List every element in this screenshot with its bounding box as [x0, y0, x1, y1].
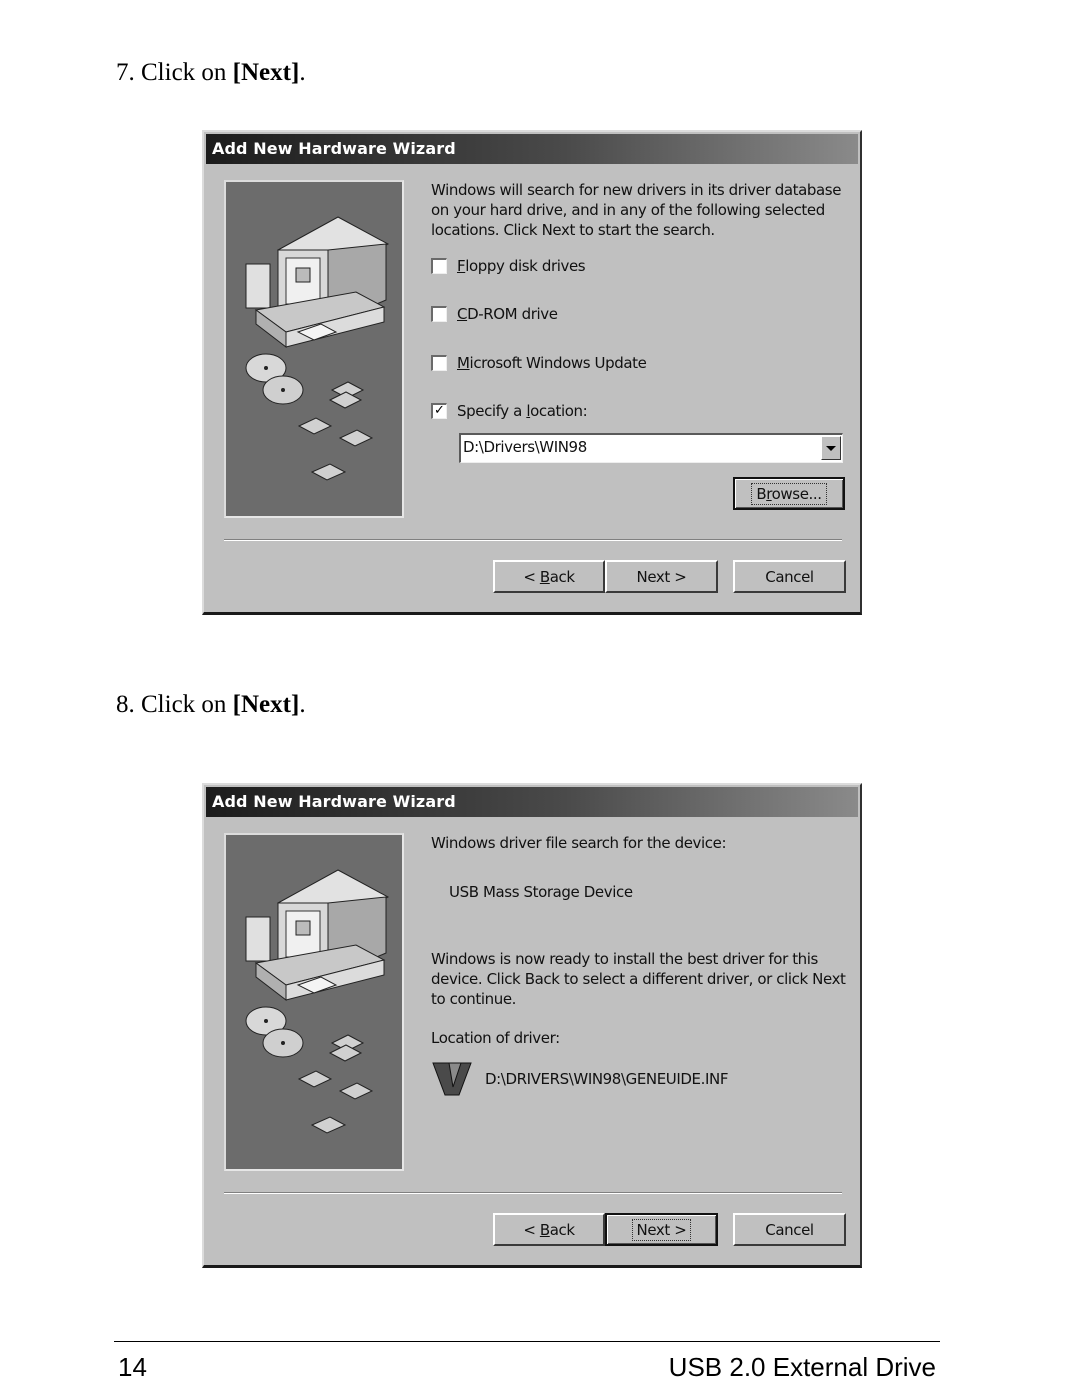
next-button-label: Next > [631, 1218, 692, 1241]
step-text: Click on [141, 59, 233, 86]
step-text: Click on [141, 691, 233, 718]
document-title: USB 2.0 External Drive [668, 1352, 936, 1382]
wizard-content: Windows will search for new drivers in i… [431, 180, 846, 510]
computer-illustration-icon [245, 216, 390, 481]
floppy-disks-icon [297, 1034, 374, 1134]
step-7-heading: 7. Click on [Next]. [116, 58, 306, 88]
add-hardware-wizard-dialog-1: Add New Hardware Wizard Windows will sea… [202, 130, 862, 615]
back-button[interactable]: < Back [493, 560, 605, 593]
checkbox-box[interactable] [431, 306, 447, 322]
dialog-titlebar: Add New Hardware Wizard [206, 134, 858, 164]
checkbox-box[interactable] [431, 258, 447, 274]
step-bold: [Next] [232, 691, 300, 718]
ready-text: Windows is now ready to install the best… [431, 950, 846, 1008]
cd-discs-icon [245, 1006, 304, 1058]
computer-icon [245, 869, 390, 1002]
add-hardware-wizard-dialog-2: Add New Hardware Wizard Windows driver f… [202, 783, 862, 1268]
dialog-titlebar: Add New Hardware Wizard [206, 787, 858, 817]
back-button-label: < Back [523, 1220, 575, 1239]
driver-file-icon [432, 1062, 472, 1096]
checkbox-windows-update[interactable]: Microsoft Windows Update [431, 352, 647, 374]
computer-illustration-icon [245, 869, 390, 1134]
step-trail: . [299, 691, 306, 718]
checkbox-floppy[interactable]: Floppy disk drives [431, 255, 586, 277]
wizard-content: Windows driver file search for the devic… [431, 833, 846, 1096]
floppy-disks-icon [297, 381, 374, 481]
driver-location-row: D:\DRIVERS\WIN98\GENEUIDE.INF [431, 1061, 728, 1097]
checkbox-label: Floppy disk drives [457, 257, 586, 275]
intro-text: Windows will search for new drivers in i… [431, 181, 842, 239]
chevron-down-icon [826, 445, 836, 451]
dropdown-button[interactable] [821, 436, 841, 460]
step-bold: [Next] [232, 59, 300, 86]
location-input[interactable]: D:\Drivers\WIN98 [463, 438, 587, 456]
driver-path: D:\DRIVERS\WIN98\GENEUIDE.INF [485, 1070, 729, 1088]
cd-discs-icon [245, 353, 304, 405]
wizard-illustration [224, 833, 404, 1171]
browse-button[interactable]: Browse... [733, 477, 845, 510]
page-number: 14 [118, 1352, 147, 1382]
checkbox-cdrom[interactable]: CD-ROM drive [431, 303, 558, 325]
step-8-heading: 8. Click on [Next]. [116, 690, 306, 720]
next-button[interactable]: Next > [605, 1213, 718, 1246]
back-button[interactable]: < Back [493, 1213, 605, 1246]
step-number: 8. [116, 691, 135, 718]
separator [224, 1192, 842, 1194]
location-combobox[interactable]: D:\Drivers\WIN98 [459, 433, 843, 463]
checkbox-specify-location[interactable]: ✓ Specify a location: [431, 400, 588, 422]
checkbox-label: CD-ROM drive [457, 305, 558, 323]
wizard-illustration [224, 180, 404, 518]
search-label: Windows driver file search for the devic… [431, 834, 727, 852]
browse-button-label: Browse... [751, 482, 827, 505]
separator [224, 539, 842, 541]
step-number: 7. [116, 59, 135, 86]
location-label: Location of driver: [431, 1029, 560, 1047]
cancel-button[interactable]: Cancel [733, 1213, 846, 1246]
checkbox-box-checked[interactable]: ✓ [431, 403, 447, 419]
computer-icon [245, 216, 390, 349]
checkbox-label: Microsoft Windows Update [457, 354, 647, 372]
checkbox-box[interactable] [431, 355, 447, 371]
checkbox-label: Specify a location: [457, 402, 588, 420]
cancel-button[interactable]: Cancel [733, 560, 846, 593]
device-name: USB Mass Storage Device [449, 883, 633, 901]
next-button[interactable]: Next > [605, 560, 718, 593]
step-trail: . [299, 59, 306, 86]
back-button-label: < Back [523, 567, 575, 586]
footer-divider [114, 1341, 940, 1342]
